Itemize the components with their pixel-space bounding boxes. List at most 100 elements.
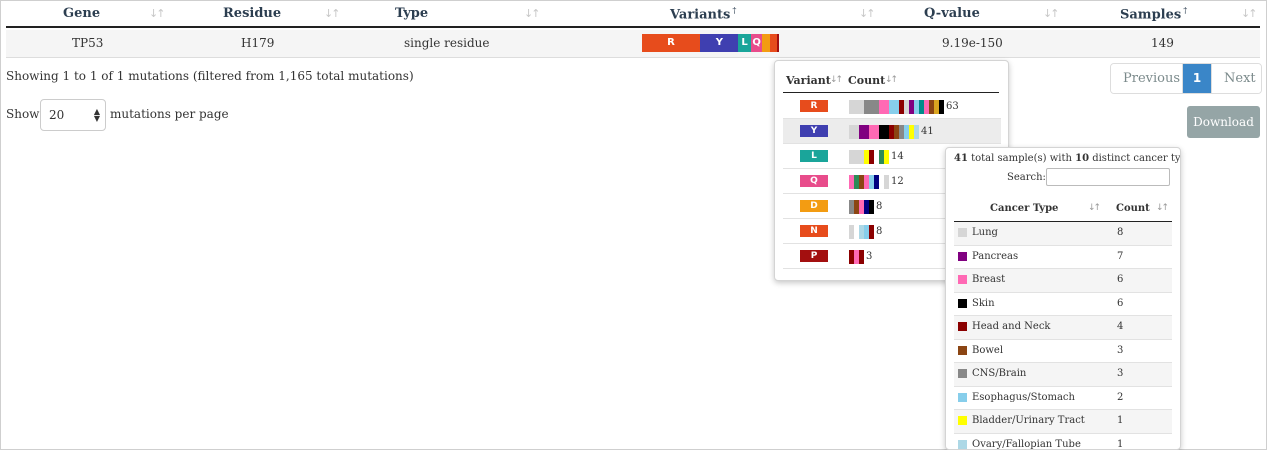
column-header-qvalue[interactable]: Q-value	[924, 6, 980, 21]
count-column-header[interactable]: Count	[1116, 203, 1150, 214]
page-1-button[interactable]: 1	[1183, 64, 1211, 93]
cancer-summary: 41 total sample(s) with 10 distinct canc…	[954, 153, 1181, 164]
variant-count: 8	[876, 226, 883, 237]
variant-badge: L	[800, 150, 828, 162]
table-row[interactable]: TP53 H179 single residue RYLQ 9.19e-150 …	[6, 30, 1260, 58]
variant-column-header[interactable]: Variant	[786, 74, 831, 87]
sort-icon[interactable]: ↓↑	[1043, 7, 1060, 20]
cancer-type-count: 6	[1117, 297, 1124, 309]
cancer-type-name: Pancreas	[972, 250, 1019, 262]
variant-badge: N	[800, 225, 828, 237]
variants-footnote-marker: †	[732, 6, 737, 15]
bar-segment	[884, 150, 889, 164]
variant-segment[interactable]: Q	[751, 34, 763, 52]
sort-icon[interactable]: ↓↑	[149, 7, 166, 20]
previous-page-button[interactable]: Previous	[1111, 64, 1183, 93]
variant-segment[interactable]	[762, 34, 770, 52]
color-swatch	[958, 345, 967, 355]
variant-segment[interactable]	[776, 34, 779, 52]
bar-segment	[859, 250, 864, 264]
residue-cell: H179	[241, 36, 275, 50]
color-swatch	[958, 275, 967, 284]
page-size-select[interactable]: 20 ▲ ▼	[40, 99, 106, 131]
column-header-variants[interactable]: Variants †	[670, 6, 736, 22]
cancer-type-popover: 41 total sample(s) with 10 distinct canc…	[945, 147, 1181, 450]
sort-icon[interactable]: ↓↑	[1156, 203, 1169, 213]
variant-count: 63	[946, 101, 959, 112]
cancer-type-row[interactable]: Bowel 3	[954, 340, 1172, 363]
bar-segment	[884, 175, 889, 189]
pagination: Previous 1 Next	[1110, 63, 1262, 94]
cancer-type-name: Esophagus/Stomach	[972, 391, 1075, 403]
cancer-type-count: 3	[1117, 368, 1124, 379]
cancer-distribution-bar[interactable]	[849, 100, 944, 114]
cancer-distribution-bar[interactable]	[849, 125, 919, 139]
cancer-type-name: Breast	[972, 274, 1006, 285]
sort-icon[interactable]: ↓↑	[1241, 7, 1258, 20]
color-swatch	[958, 369, 967, 378]
sort-icon[interactable]: ↓↑	[885, 75, 898, 85]
cancer-type-count: 3	[1117, 344, 1124, 356]
table-info: Showing 1 to 1 of 1 mutations (filtered …	[6, 69, 414, 83]
download-button[interactable]: Download	[1187, 106, 1260, 138]
cancer-type-count: 4	[1117, 321, 1124, 332]
variant-row[interactable]: R 63	[783, 94, 1001, 119]
cancer-distribution-bar[interactable]	[849, 250, 864, 264]
page-size-value: 20	[49, 108, 65, 122]
cancer-type-name: Lung	[972, 227, 998, 238]
variant-row[interactable]: Y 41	[783, 119, 1001, 144]
cancer-type-row[interactable]: Ovary/Fallopian Tube 1	[954, 434, 1172, 449]
column-header-residue[interactable]: Residue	[223, 6, 281, 21]
cancer-type-row[interactable]: CNS/Brain 3	[954, 363, 1172, 387]
variant-count: 41	[921, 126, 934, 137]
variant-badge: Y	[800, 125, 828, 137]
sort-icon[interactable]: ↓↑	[524, 7, 541, 20]
column-header-gene[interactable]: Gene	[63, 6, 100, 21]
sort-icon[interactable]: ↓↑	[859, 7, 876, 20]
cancer-type-row[interactable]: Lung 8	[954, 222, 1172, 246]
variant-segment[interactable]: L	[738, 34, 752, 52]
cancer-distribution-bar[interactable]	[849, 175, 889, 189]
bar-segment	[914, 125, 919, 139]
cancer-type-row[interactable]: Skin 6	[954, 293, 1172, 316]
sort-icon[interactable]: ↓↑	[324, 7, 341, 20]
sort-icon[interactable]: ↓↑	[830, 75, 843, 85]
sort-icon[interactable]: ↓↑	[1088, 203, 1101, 213]
variant-segment[interactable]: Y	[700, 34, 739, 52]
column-header-samples[interactable]: Samples †	[1120, 6, 1187, 22]
qvalue-cell: 9.19e-150	[942, 36, 1003, 50]
cancer-distribution-bar[interactable]	[849, 225, 874, 239]
bar-segment	[869, 200, 874, 214]
cancer-type-row[interactable]: Pancreas 7	[954, 246, 1172, 269]
header-divider	[783, 92, 999, 93]
next-page-button[interactable]: Next	[1211, 64, 1261, 93]
cancer-distribution-bar[interactable]	[849, 150, 889, 164]
variants-bar[interactable]: RYLQ	[642, 34, 779, 52]
show-label: Show	[6, 107, 40, 121]
column-header-type[interactable]: Type	[395, 6, 428, 21]
count-column-header[interactable]: Count	[848, 74, 885, 87]
cancer-type-count: 8	[1117, 227, 1124, 238]
search-label: Search:	[1007, 172, 1046, 183]
samples-cell: 149	[1151, 36, 1174, 50]
cancer-type-row[interactable]: Breast 6	[954, 269, 1172, 293]
bar-segment	[869, 225, 874, 239]
cancer-type-name: Head and Neck	[972, 321, 1051, 332]
cancer-type-row[interactable]: Esophagus/Stomach 2	[954, 387, 1172, 410]
samples-footnote-marker: †	[1183, 6, 1188, 15]
variant-count: 14	[891, 151, 904, 162]
cancer-type-name: Bowel	[972, 344, 1004, 356]
variant-segment[interactable]: R	[642, 34, 700, 52]
variant-badge: D	[800, 200, 828, 212]
color-swatch	[958, 228, 967, 237]
cancer-type-count: 6	[1117, 274, 1124, 285]
cancer-type-column-header[interactable]: Cancer Type	[990, 203, 1058, 214]
cancer-distribution-bar[interactable]	[849, 200, 874, 214]
cancer-search-input[interactable]	[1046, 168, 1170, 186]
variant-segment[interactable]	[769, 34, 777, 52]
cancer-type-count: 1	[1117, 415, 1124, 426]
cancer-type-row[interactable]: Bladder/Urinary Tract 1	[954, 410, 1172, 434]
color-swatch	[958, 251, 967, 261]
cancer-type-row[interactable]: Head and Neck 4	[954, 316, 1172, 340]
cancer-type-count: 2	[1117, 391, 1124, 403]
